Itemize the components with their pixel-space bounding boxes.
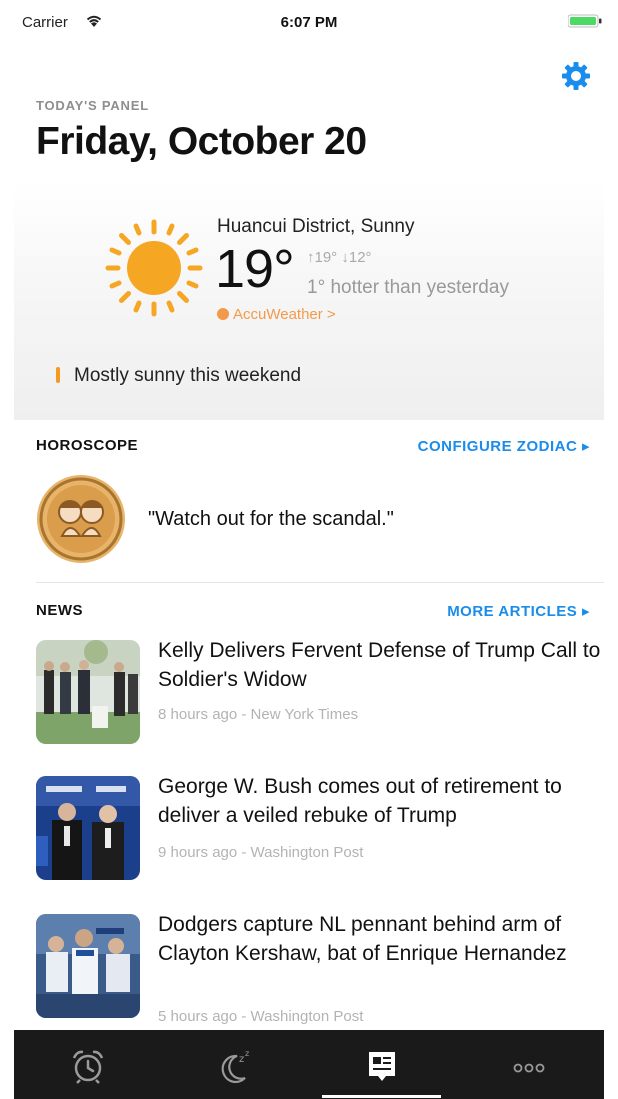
news-headline: Dodgers capture NL pennant behind arm of… <box>158 913 567 965</box>
battery-icon <box>568 14 602 28</box>
today-panel-screen: Carrier 6:07 PM TODAY'S PANEL Friday, Oc… <box>14 0 604 1099</box>
news-headline: Kelly Delivers Fervent Defense of Trump … <box>158 639 601 691</box>
accuweather-logo-icon <box>217 308 229 320</box>
today-panel-icon <box>368 1052 395 1081</box>
svg-text:z: z <box>239 1054 244 1065</box>
tab-sleep[interactable]: z z <box>161 1030 308 1099</box>
weather-card[interactable]: Huancui District, Sunny 19° ↑19° ↓12° 1°… <box>14 182 604 420</box>
sun-icon <box>105 219 203 317</box>
news-thumbnail-image <box>36 914 140 1018</box>
news-item[interactable]: George W. Bush comes out of retirement t… <box>36 772 604 892</box>
configure-zodiac-link[interactable]: CONFIGURE ZODIAC ▸ <box>418 437 590 455</box>
more-articles-link[interactable]: MORE ARTICLES ▸ <box>447 602 590 620</box>
status-time: 6:07 PM <box>280 14 338 31</box>
news-headline: George W. Bush comes out of retirement t… <box>158 775 562 827</box>
tab-more[interactable] <box>455 1030 602 1099</box>
gemini-zodiac-icon[interactable] <box>36 474 126 564</box>
news-title: NEWS <box>36 602 83 619</box>
accuweather-link[interactable]: AccuWeather > <box>217 306 336 323</box>
news-thumbnail-image <box>36 776 140 880</box>
news-meta: 9 hours ago - Washington Post <box>158 844 364 861</box>
alarm-clock-icon <box>72 1050 103 1084</box>
section-divider <box>36 582 604 583</box>
news-meta: 5 hours ago - Washington Post <box>158 1008 364 1025</box>
page-title: Friday, October 20 <box>36 120 367 163</box>
weather-location: Huancui District, Sunny <box>217 216 415 237</box>
tab-bar: z z <box>14 1030 604 1099</box>
news-meta: 8 hours ago - New York Times <box>158 706 359 723</box>
status-bar: Carrier 6:07 PM <box>14 0 604 44</box>
active-tab-indicator <box>322 1095 441 1098</box>
gear-icon[interactable] <box>558 58 594 94</box>
forecast-indicator <box>56 367 60 383</box>
tab-alarm[interactable] <box>14 1030 161 1099</box>
accuweather-label: AccuWeather > <box>233 306 336 323</box>
news-thumbnail-image <box>36 640 140 744</box>
panel-label: TODAY'S PANEL <box>36 98 149 113</box>
svg-text:z: z <box>245 1049 249 1058</box>
weekend-forecast: Mostly sunny this weekend <box>74 365 302 386</box>
weather-temperature: 19° <box>215 239 295 299</box>
tab-today-panel[interactable] <box>308 1030 455 1099</box>
weather-comparison: 1° hotter than yesterday <box>307 277 509 298</box>
more-icon <box>513 1063 544 1073</box>
horoscope-quote: "Watch out for the scandal." <box>148 508 394 530</box>
news-item[interactable]: Kelly Delivers Fervent Defense of Trump … <box>36 636 604 756</box>
sleep-moon-icon: z z <box>221 1049 249 1083</box>
horoscope-title: HOROSCOPE <box>36 437 139 454</box>
weather-high-low: ↑19° ↓12° <box>307 249 372 266</box>
news-item[interactable]: Dodgers capture NL pennant behind arm of… <box>36 910 604 1030</box>
